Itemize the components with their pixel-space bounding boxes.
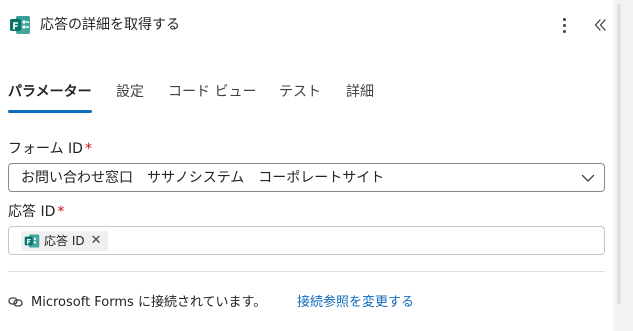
response-id-token[interactable]: 応答 ID ✕ bbox=[21, 231, 108, 251]
required-mark: * bbox=[57, 204, 65, 220]
scrollbar-thumb[interactable] bbox=[617, 4, 621, 304]
action-title: 応答の詳細を取得する bbox=[40, 17, 180, 33]
change-connection-link[interactable]: 接続参照を変更する bbox=[297, 294, 414, 311]
connection-status-text: Microsoft Forms に接続されています。 bbox=[31, 295, 267, 310]
required-mark: * bbox=[84, 141, 92, 157]
tab-bar: パラメーター 設定 コード ビュー テスト 詳細 bbox=[0, 78, 613, 114]
chevron-double-left-icon[interactable] bbox=[589, 12, 611, 38]
response-id-label-text: 応答 ID bbox=[8, 204, 56, 220]
form-id-dropdown[interactable]: お問い合わせ窓口 ササノシステム コーポレートサイト bbox=[8, 163, 605, 192]
response-id-input[interactable]: 応答 ID ✕ bbox=[8, 226, 605, 255]
divider bbox=[8, 271, 605, 272]
active-tab-indicator bbox=[8, 110, 92, 113]
scrollbar-track[interactable] bbox=[613, 0, 633, 331]
forms-app-icon bbox=[10, 16, 30, 34]
token-remove-icon[interactable]: ✕ bbox=[89, 233, 102, 249]
tab-testing[interactable]: テスト bbox=[279, 82, 321, 102]
token-label: 応答 ID bbox=[44, 234, 85, 248]
chevron-down-icon bbox=[581, 174, 595, 182]
form-id-label-text: フォーム ID bbox=[8, 141, 83, 157]
tab-code-view[interactable]: コード ビュー bbox=[168, 82, 256, 102]
response-id-label: 応答 ID * bbox=[8, 203, 64, 221]
panel-header: 応答の詳細を取得する bbox=[0, 0, 613, 50]
form-id-selected-value: お問い合わせ窓口 ササノシステム コーポレートサイト bbox=[21, 170, 385, 186]
action-panel: 応答の詳細を取得する パラメーター 設定 コード ビュー テスト 詳細 フォーム… bbox=[0, 0, 613, 331]
tab-settings[interactable]: 設定 bbox=[116, 82, 144, 102]
more-options-icon[interactable] bbox=[553, 12, 575, 38]
tab-parameters[interactable]: パラメーター bbox=[8, 82, 92, 102]
form-id-label: フォーム ID * bbox=[8, 140, 92, 158]
tab-details[interactable]: 詳細 bbox=[346, 82, 374, 102]
forms-app-icon bbox=[24, 234, 40, 248]
link-icon bbox=[8, 297, 23, 307]
